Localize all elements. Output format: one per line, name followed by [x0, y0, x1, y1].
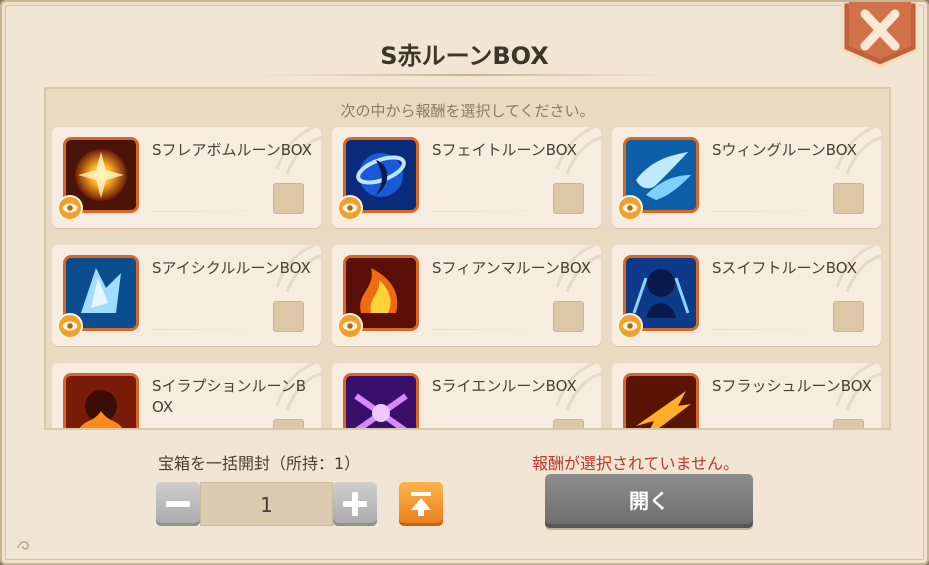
eruption-rune-icon [63, 373, 139, 428]
reward-checkbox[interactable] [553, 419, 584, 428]
reward-card[interactable]: SアイシクルルーンBOX [52, 245, 321, 346]
quantity-value[interactable]: 1 [200, 482, 333, 526]
reward-card[interactable]: SライエンルーンBOX [332, 363, 601, 428]
reward-name: SウィングルーンBOX [712, 141, 857, 159]
reward-checkbox[interactable] [553, 183, 584, 214]
plus-icon [343, 492, 367, 516]
preview-eye-icon[interactable] [57, 195, 83, 221]
preview-eye-icon[interactable] [337, 195, 363, 221]
reward-name: SライエンルーンBOX [432, 377, 577, 395]
reward-card[interactable]: SスイフトルーンBOX [612, 245, 881, 346]
preview-eye-icon[interactable] [617, 195, 643, 221]
name-underline [152, 329, 262, 330]
reward-name: SスイフトルーンBOX [712, 259, 857, 277]
reward-checkbox[interactable] [273, 419, 304, 428]
reward-checkbox[interactable] [273, 183, 304, 214]
instruction-text: 次の中から報酬を選択してください。 [340, 102, 595, 120]
preview-eye-icon[interactable] [57, 313, 83, 339]
raien-rune-icon [343, 373, 419, 428]
reward-checkbox[interactable] [553, 301, 584, 332]
reward-name: SアイシクルルーンBOX [152, 259, 311, 277]
corner-ornament-icon [17, 541, 29, 550]
reward-name: SイラプションルーンBOX [152, 377, 307, 416]
reward-checkbox[interactable] [833, 419, 864, 428]
no-reward-warning: 報酬が選択されていません。 [532, 454, 740, 473]
dialog-frame: S赤ルーンBOX 次の中から報酬を選択してください。 SフレアボムルーンBOX … [0, 0, 929, 565]
increase-button[interactable] [333, 482, 377, 526]
dialog-title: S赤ルーンBOX [380, 42, 549, 70]
flash-rune-icon [623, 373, 699, 428]
reward-name: SフラッシュルーンBOX [712, 377, 872, 395]
max-quantity-button[interactable] [399, 482, 443, 526]
title-divider [262, 74, 671, 76]
reward-name: SフィアンマルーンBOX [432, 259, 592, 277]
reward-card[interactable]: SフェイトルーンBOX [332, 127, 601, 228]
name-underline [152, 211, 262, 212]
reward-name: SフェイトルーンBOX [432, 141, 577, 159]
minus-icon [166, 501, 190, 507]
max-arrow-icon [411, 492, 431, 516]
reward-card[interactable]: SフラッシュルーンBOX [612, 363, 881, 428]
bulk-open-label: 宝箱を一括開封（所持：1） [158, 454, 361, 473]
name-underline [712, 211, 822, 212]
reward-card[interactable]: SウィングルーンBOX [612, 127, 881, 228]
preview-eye-icon[interactable] [617, 313, 643, 339]
preview-eye-icon[interactable] [337, 313, 363, 339]
reward-card[interactable]: SフレアボムルーンBOX [52, 127, 321, 228]
name-underline [432, 211, 542, 212]
open-button[interactable]: 開く [545, 474, 753, 528]
reward-checkbox[interactable] [833, 301, 864, 332]
reward-name: SフレアボムルーンBOX [152, 141, 312, 159]
name-underline [432, 329, 542, 330]
reward-card[interactable]: SフィアンマルーンBOX [332, 245, 601, 346]
reward-panel[interactable]: 次の中から報酬を選択してください。 SフレアボムルーンBOX SフェイトルーンB… [44, 87, 891, 430]
reward-card[interactable]: SイラプションルーンBOX [52, 363, 321, 428]
name-underline [712, 329, 822, 330]
reward-checkbox[interactable] [833, 183, 864, 214]
reward-checkbox[interactable] [273, 301, 304, 332]
decrease-button[interactable] [156, 482, 200, 526]
